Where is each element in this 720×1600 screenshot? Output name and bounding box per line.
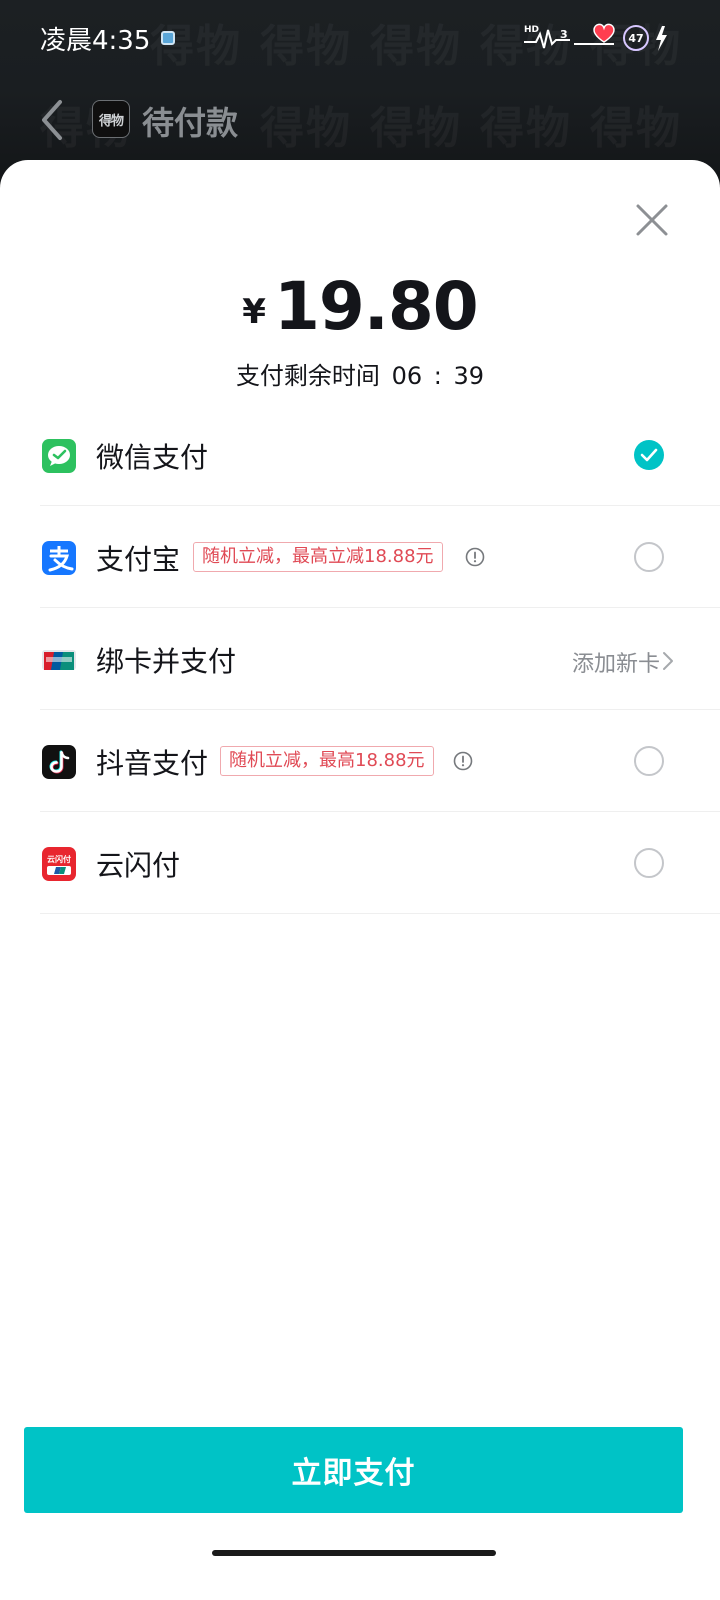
back-button[interactable] bbox=[36, 94, 70, 146]
wechat-pay-icon bbox=[42, 439, 76, 473]
radio-unselected[interactable] bbox=[634, 848, 664, 878]
check-icon bbox=[640, 448, 658, 462]
payment-method-label: 支付宝 bbox=[96, 543, 181, 576]
radio-selected[interactable] bbox=[634, 440, 664, 470]
notification-dot-icon bbox=[161, 31, 175, 45]
payment-method-label: 抖音支付 bbox=[96, 747, 209, 780]
close-icon bbox=[636, 204, 668, 236]
payment-method-list: 微信支付 支付宝 随机立减，最高立减18.88元 绑卡并支付 添加新卡 抖音支付… bbox=[40, 404, 720, 914]
close-button[interactable] bbox=[630, 198, 674, 242]
heart-icon bbox=[593, 23, 615, 43]
status-icons-svg: HD 3 47 bbox=[524, 23, 667, 51]
cloud-quickpass-icon: 云闪付 bbox=[42, 847, 76, 881]
chevron-right-icon bbox=[662, 650, 674, 672]
payment-method-douyin[interactable]: 抖音支付 随机立减，最高18.88元 bbox=[40, 710, 720, 812]
unionpay-icon bbox=[42, 643, 76, 677]
countdown-label: 支付剩余时间 bbox=[235, 362, 380, 390]
svg-text:HD: HD bbox=[524, 25, 539, 35]
radio-unselected[interactable] bbox=[634, 746, 664, 776]
payment-method-bind-card[interactable]: 绑卡并支付 添加新卡 bbox=[40, 608, 720, 710]
payment-countdown: 支付剩余时间 06 : 39 bbox=[0, 356, 720, 391]
douyin-icon bbox=[42, 745, 76, 779]
payment-method-label: 云闪付 bbox=[96, 849, 181, 882]
chevron-left-icon bbox=[42, 100, 62, 140]
payment-amount: ¥19.80 bbox=[0, 268, 720, 345]
status-icons: HD 3 47 bbox=[522, 20, 672, 56]
countdown-seconds: 39 bbox=[453, 362, 485, 390]
promo-badge: 随机立减，最高立减18.88元 bbox=[193, 542, 443, 572]
payment-method-alipay[interactable]: 支付宝 随机立减，最高立减18.88元 bbox=[40, 506, 720, 608]
radio-unselected[interactable] bbox=[634, 542, 664, 572]
countdown-minutes: 06 bbox=[391, 362, 423, 390]
svg-text:云闪付: 云闪付 bbox=[47, 854, 71, 864]
alipay-icon bbox=[42, 541, 76, 575]
charging-icon bbox=[656, 26, 667, 51]
status-time: 凌晨4:35 bbox=[40, 26, 151, 56]
svg-text:3: 3 bbox=[560, 28, 568, 41]
countdown-separator: : bbox=[433, 362, 442, 390]
status-bar: 凌晨4:35 HD 3 47 bbox=[0, 0, 720, 76]
battery-level: 47 bbox=[628, 32, 643, 45]
info-icon[interactable] bbox=[453, 751, 473, 771]
brand-logo: 得物 bbox=[92, 100, 130, 138]
pay-now-button[interactable]: 立即支付 bbox=[24, 1427, 683, 1513]
page-title: 待付款 bbox=[142, 104, 239, 142]
payment-method-cloud-quickpass[interactable]: 云闪付 云闪付 bbox=[40, 812, 720, 914]
page-header: 得物 待付款 bbox=[0, 88, 720, 152]
amount-value: 19.80 bbox=[273, 268, 479, 345]
currency-symbol: ¥ bbox=[242, 292, 266, 332]
promo-badge: 随机立减，最高18.88元 bbox=[220, 746, 434, 776]
payment-method-label: 绑卡并支付 bbox=[96, 645, 237, 678]
payment-method-wechat[interactable]: 微信支付 bbox=[40, 404, 720, 506]
payment-method-label: 微信支付 bbox=[96, 441, 209, 474]
home-indicator[interactable] bbox=[212, 1550, 496, 1556]
add-new-card-link[interactable]: 添加新卡 bbox=[572, 646, 660, 678]
payment-sheet: ¥19.80 支付剩余时间 06 : 39 微信支付 支付宝 随机立减，最高立减… bbox=[0, 160, 720, 1600]
info-icon[interactable] bbox=[465, 547, 485, 567]
